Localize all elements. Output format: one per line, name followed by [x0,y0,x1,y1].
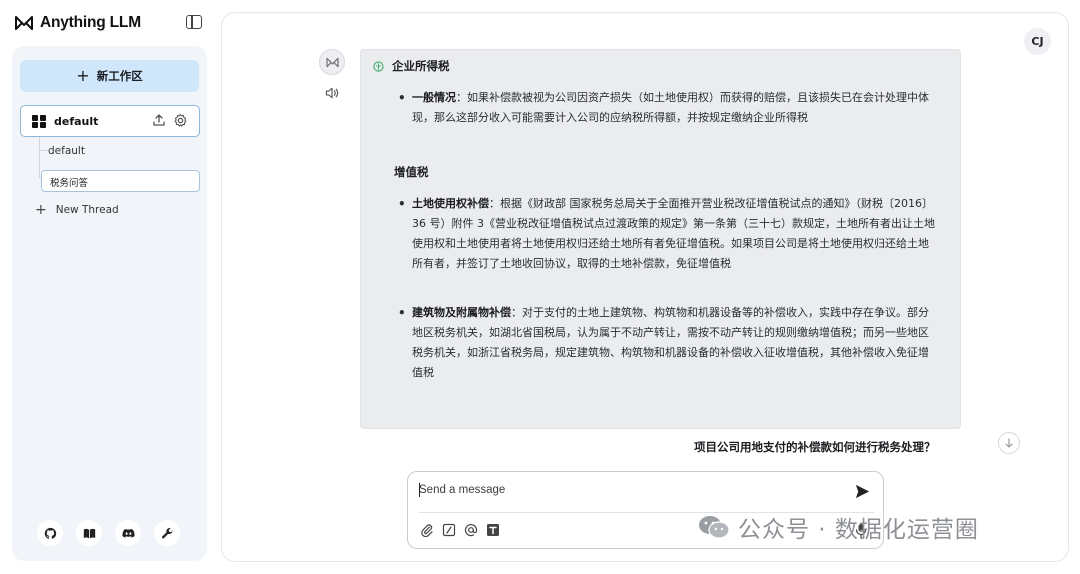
assistant-message: 企业所得税 • 一般情况：如果补偿款被视为公司因资产损失（如土地使用权）而获得的… [360,49,961,429]
speaker-icon[interactable] [325,86,340,100]
slash-command-icon[interactable] [442,523,456,537]
sidebar-panel: + 新工作区 default default 税务问答 + New Thread [12,46,207,561]
paperclip-icon[interactable] [420,523,434,537]
bullet-text: ：如果补偿款被视为公司因资产损失（如土地使用权）而获得的赔偿，且该损失已在会计处… [412,91,929,124]
scroll-to-bottom-button[interactable] [998,432,1020,454]
section-title-income-tax: 企业所得税 [392,59,450,73]
text-size-icon[interactable] [486,523,500,537]
sidebar-toggle-icon[interactable] [186,15,202,29]
bullet-label: 建筑物及附属物补偿 [412,306,511,319]
thread-tree-line [39,137,40,177]
chat-main: CJ 企业所得税 • 一般情况：如果补偿款被视为公司因资产损失（如土地使用权）而… [221,12,1069,562]
sidebar: Anything LLM + 新工作区 default default 税务问答 [0,0,214,574]
bullet-label: 一般情况 [412,91,456,104]
upload-icon[interactable] [152,113,166,127]
text-caret [419,483,420,497]
anythingllm-logo-icon [15,16,33,30]
workspace-name: default [54,114,99,128]
workspace-item-default[interactable]: default [20,105,200,137]
thread-item-default[interactable]: default [48,145,85,157]
at-mention-icon[interactable] [464,523,478,537]
plus-icon: + [35,202,47,218]
anythingllm-logo-icon [325,57,339,67]
arrow-down-icon [1005,438,1013,448]
list-item: • 土地使用权补偿：根据《财政部 国家税务总局关于全面推开营业税改征增值税试点的… [398,197,935,270]
sidebar-footer [37,520,180,546]
bullet-label: 土地使用权补偿 [412,197,489,210]
new-thread-button[interactable]: + New Thread [35,203,119,217]
section-title-vat: 增值税 [394,165,429,179]
assistant-avatar [319,49,345,75]
new-workspace-button[interactable]: + 新工作区 [20,60,199,92]
discord-icon[interactable] [115,520,141,546]
wechat-icon [699,516,730,539]
list-item: • 一般情况：如果补偿款被视为公司因资产损失（如土地使用权）而获得的赔偿，且该损… [398,91,929,124]
watermark-text: 公众号 · 数据化运营圈 [738,517,979,543]
watermark: 公众号 · 数据化运营圈 [698,510,979,544]
user-message: 项目公司用地支付的补偿款如何进行税务处理？ [694,440,936,454]
new-workspace-label: 新工作区 [96,69,143,83]
user-avatar[interactable]: CJ [1024,28,1051,55]
brand: Anything LLM [14,12,141,34]
thread-tree-branch [39,150,48,151]
brain-icon [373,60,384,72]
book-icon[interactable] [76,520,102,546]
thread-item-active[interactable]: 税务问答 [41,170,200,192]
bullet-text: ：根据《财政部 国家税务总局关于全面推开营业税改征增值税试点的通知》（财税〔20… [412,197,935,270]
new-thread-label: New Thread [55,204,119,216]
plus-icon: + [76,66,90,85]
response-title-row: 企业所得税 [373,56,450,76]
composer-tools [420,523,500,537]
list-item: • 建筑物及附属物补偿：对于支付的土地上建筑物、构筑物和机器设备等的补偿收入，实… [398,306,929,379]
send-icon[interactable] [854,483,871,500]
github-icon[interactable] [37,520,63,546]
wrench-icon[interactable] [154,520,180,546]
workspace-grid-icon [32,114,46,128]
brand-name: Anything LLM [40,14,141,31]
gear-icon[interactable] [173,113,188,128]
message-input[interactable] [419,480,839,500]
